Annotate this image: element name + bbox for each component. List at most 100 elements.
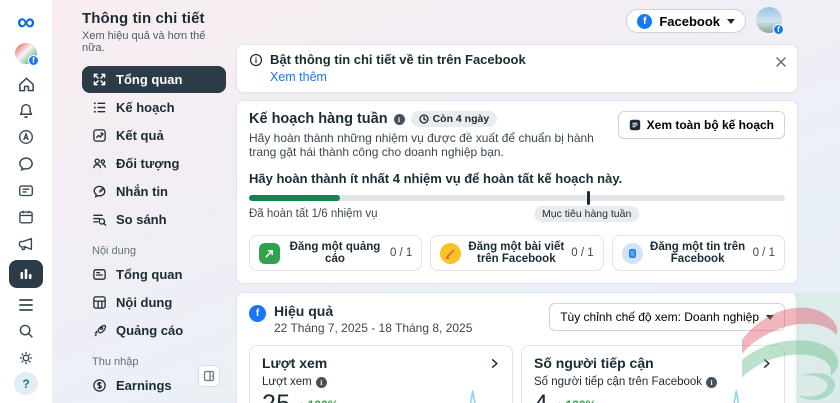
all-tools-menu-icon[interactable] xyxy=(9,292,43,317)
metric-value: 25 xyxy=(262,390,290,403)
sidebar-nav: Tổng quan Kế hoạch Kết quả Đối tượng Nhắ… xyxy=(82,66,226,399)
task-label: Đăng một tin trên Facebook xyxy=(650,241,746,265)
story-frame-icon xyxy=(621,242,643,264)
left-icon-rail: ∞ f ? xyxy=(0,0,52,403)
sidebar-item-ads[interactable]: Quảng cáo xyxy=(82,317,226,344)
notifications-bell-icon[interactable] xyxy=(9,98,43,123)
sidebar-item-results[interactable]: Kết quả xyxy=(82,122,226,149)
facebook-logo-icon xyxy=(637,13,653,29)
weekly-plan-tasks: Đăng một quảng cáo 0 / 1 Đăng một bài vi… xyxy=(249,235,785,271)
views-metric-card[interactable]: Lượt xem Lượt xem 25 ↑ 100% Từ người the… xyxy=(249,345,513,403)
plan-progress-fill xyxy=(249,195,341,201)
banner-see-more-link[interactable]: Xem thêm xyxy=(270,70,785,84)
weekly-goal-label: Mục tiêu hàng tuần xyxy=(534,206,640,222)
app-root: ∞ f ? Thông tin chi tiết Xem hiệu quả và… xyxy=(0,0,840,403)
plan-checklist-icon xyxy=(629,119,640,131)
sidebar: Thông tin chi tiết Xem hiệu quả và hơn t… xyxy=(52,0,236,403)
metric-label: Lượt xem xyxy=(262,376,312,388)
performance-date-range: 22 Tháng 7, 2025 - 18 Tháng 8, 2025 xyxy=(274,321,473,335)
audience-people-icon xyxy=(93,158,107,169)
clock-icon xyxy=(418,114,429,124)
sidebar-item-label: Nhắn tin xyxy=(116,184,168,199)
close-icon[interactable] xyxy=(775,55,787,73)
sidebar-item-messaging[interactable]: Nhắn tin xyxy=(82,178,226,205)
overview-arrows-icon xyxy=(93,73,106,86)
help-icon[interactable]: ? xyxy=(14,372,38,396)
messaging-bubble-icon xyxy=(93,185,106,198)
plan-goal-label-wrap: Mục tiêu hàng tuần xyxy=(534,206,640,222)
meta-logo-icon[interactable]: ∞ xyxy=(17,10,35,35)
metric-value: 4 xyxy=(534,390,548,403)
sidebar-item-content-overview[interactable]: Tổng quan xyxy=(82,261,226,288)
sidebar-item-benchmarking[interactable]: So sánh xyxy=(82,206,226,233)
chevron-down-icon xyxy=(727,18,735,24)
inbox-icon[interactable] xyxy=(9,178,43,203)
messenger-chat-icon[interactable] xyxy=(9,152,43,177)
main-content: Bật thông tin chi tiết về tin trên Faceb… xyxy=(236,44,798,403)
account-switcher-button[interactable]: Facebook xyxy=(626,9,746,33)
info-icon[interactable] xyxy=(393,113,405,125)
sidebar-item-label: Quảng cáo xyxy=(116,323,184,338)
sidebar-item-plan[interactable]: Kế hoạch xyxy=(82,94,226,121)
settings-gear-icon[interactable] xyxy=(9,346,43,371)
days-left-label: Còn 4 ngày xyxy=(432,113,490,125)
stories-insights-banner: Bật thông tin chi tiết về tin trên Faceb… xyxy=(236,44,798,93)
home-icon[interactable] xyxy=(9,72,43,97)
benchmark-search-icon xyxy=(93,214,107,226)
content-grid-icon xyxy=(93,296,106,309)
performance-card: Hiệu quả 22 Tháng 7, 2025 - 18 Tháng 8, … xyxy=(236,292,798,403)
task-count: 0 / 1 xyxy=(389,247,413,259)
weekly-plan-progress-bar xyxy=(249,191,785,205)
sidebar-section-content: Nội dung xyxy=(92,245,137,257)
plan-progress-marker xyxy=(586,191,590,205)
ads-megaphone-icon[interactable] xyxy=(9,231,43,256)
sidebar-collapse-button[interactable] xyxy=(198,365,220,387)
promote-arrow-icon xyxy=(259,242,280,264)
page-title: Thông tin chi tiết xyxy=(82,10,205,27)
chevron-right-icon xyxy=(491,358,498,368)
task-publish-story[interactable]: Đăng một tin trên Facebook 0 / 1 xyxy=(611,235,785,271)
views-sparkline-chart xyxy=(469,390,476,403)
info-icon[interactable] xyxy=(315,376,327,388)
sidebar-item-label: Kế hoạch xyxy=(116,100,175,115)
days-left-badge: Còn 4 ngày xyxy=(410,111,498,127)
task-publish-ad[interactable]: Đăng một quảng cáo 0 / 1 xyxy=(249,235,423,271)
sidebar-item-content[interactable]: Nội dung xyxy=(82,289,226,316)
sidebar-item-label: Earnings xyxy=(116,378,172,393)
info-icon xyxy=(249,53,263,66)
sidebar-item-overview[interactable]: Tổng quan xyxy=(82,66,226,93)
insights-bar-chart-icon[interactable] xyxy=(9,260,43,289)
chevron-right-icon xyxy=(763,358,770,368)
reach-sparkline-chart xyxy=(733,390,740,403)
search-icon[interactable] xyxy=(9,319,43,344)
sidebar-item-label: Tổng quan xyxy=(116,267,183,282)
weekly-plan-title: Kế hoạch hàng tuần xyxy=(249,111,388,127)
metric-title: Lượt xem xyxy=(262,355,328,371)
business-page-avatar[interactable]: f xyxy=(15,43,39,66)
task-count: 0 / 1 xyxy=(571,247,594,259)
metric-title: Số người tiếp cận xyxy=(534,355,654,371)
task-count: 0 / 1 xyxy=(752,247,775,259)
planner-calendar-icon[interactable] xyxy=(9,205,43,230)
plan-list-icon xyxy=(93,102,106,113)
view-full-plan-button[interactable]: Xem toàn bộ kế hoạch xyxy=(617,111,785,139)
banner-title: Bật thông tin chi tiết về tin trên Faceb… xyxy=(270,52,526,67)
earnings-dollar-icon xyxy=(93,379,106,392)
ads-manager-icon[interactable] xyxy=(9,125,43,150)
reach-metric-card[interactable]: Số người tiếp cận Số người tiếp cận trên… xyxy=(521,345,785,403)
task-publish-post[interactable]: Đăng một bài viết trên Facebook 0 / 1 xyxy=(430,235,604,271)
page-subtitle: Xem hiệu quả và hơn thế nữa. xyxy=(82,30,206,54)
sidebar-item-label: Tổng quan xyxy=(116,72,183,87)
sidebar-item-label: Kết quả xyxy=(116,128,164,143)
ads-rocket-icon xyxy=(94,324,107,337)
metric-delta: ↑ 100% xyxy=(556,398,596,403)
tasks-completed-text: Đã hoàn tất 1/6 nhiệm vụ xyxy=(249,208,378,220)
view-mode-selector[interactable]: Tùy chỉnh chế độ xem: Doanh nghiệp xyxy=(549,303,785,331)
user-avatar[interactable]: f xyxy=(756,7,784,35)
sidebar-item-label: Nội dung xyxy=(116,295,173,310)
sidebar-item-label: Đối tượng xyxy=(116,156,180,171)
task-label: Đăng một quảng cáo xyxy=(289,241,381,265)
sidebar-item-audience[interactable]: Đối tượng xyxy=(82,150,226,177)
watermark-tint xyxy=(795,293,840,403)
view-full-plan-label: Xem toàn bộ kế hoạch xyxy=(646,118,774,132)
